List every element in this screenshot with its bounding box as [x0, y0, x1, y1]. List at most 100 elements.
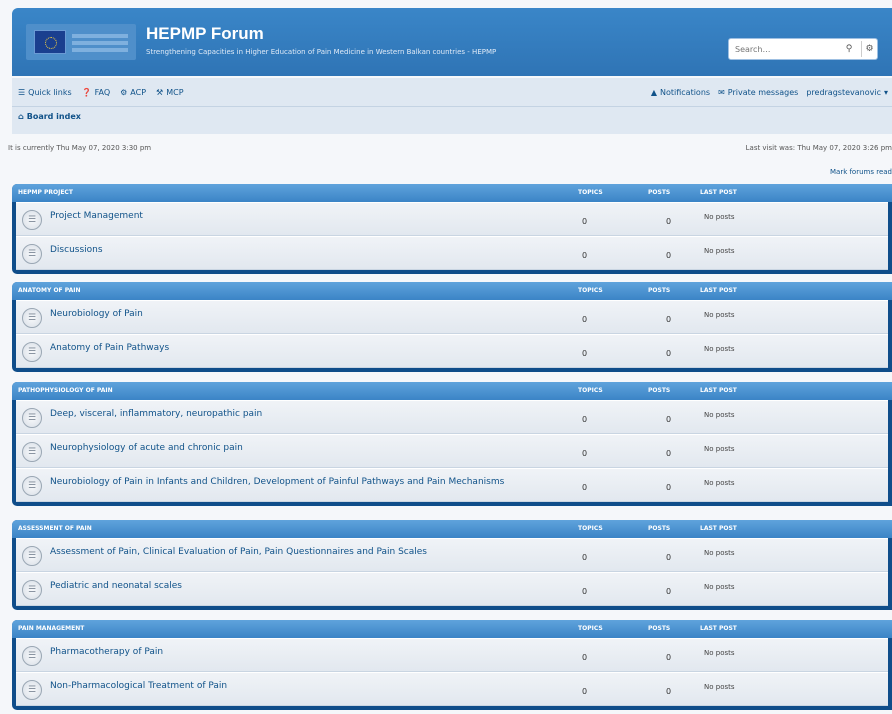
- forum-title-link[interactable]: Discussions: [50, 245, 103, 255]
- forum-title-link[interactable]: Neurophysiology of acute and chronic pai…: [50, 443, 243, 453]
- last-post-info: No posts: [704, 479, 735, 487]
- mark-forums-read-link[interactable]: Mark forums read: [830, 168, 892, 176]
- forum-read-icon: ☰: [22, 646, 42, 666]
- search-input[interactable]: [729, 39, 837, 59]
- forum-read-icon: ☰: [22, 408, 42, 428]
- forum-row: ☰ Pediatric and neonatal scales 0 0 No posts: [16, 572, 888, 606]
- last-post-info: No posts: [704, 649, 735, 657]
- search-icon[interactable]: ⚲: [841, 41, 857, 57]
- category-title[interactable]: Pathophysiology of Pain: [18, 387, 113, 394]
- mcp-link[interactable]: ⚒ MCP: [156, 88, 183, 97]
- category-header: Anatomy of Pain Topics Posts Last post: [12, 282, 892, 300]
- posts-count: 0: [666, 251, 672, 260]
- last-post-info: No posts: [704, 549, 735, 557]
- category-header: HEPMP Project Topics Posts Last post: [12, 184, 892, 202]
- faq-link[interactable]: ❓ FAQ: [82, 88, 110, 97]
- private-messages-link[interactable]: ✉ Private messages: [718, 88, 798, 97]
- quick-links-menu[interactable]: ☰ Quick links: [18, 88, 72, 97]
- forum-title-link[interactable]: Neurobiology of Pain: [50, 309, 143, 319]
- forum-row: ☰ Anatomy of Pain Pathways 0 0 No posts: [16, 334, 888, 368]
- forum-row: ☰ Neurobiology of Pain in Infants and Chi…: [16, 468, 888, 502]
- last-visit: Last visit was: Thu May 07, 2020 3:26 pm: [745, 144, 892, 152]
- nav-links: ☰ Quick links ❓ FAQ ⚙ ACP ⚒ MCP: [18, 88, 184, 97]
- topics-count: 0: [582, 587, 588, 596]
- forum-title-link[interactable]: Assessment of Pain, Clinical Evaluation …: [50, 547, 427, 557]
- notifications-link[interactable]: ▲ Notifications: [651, 88, 710, 97]
- category-header: Pathophysiology of Pain Topics Posts Last p…: [12, 382, 892, 400]
- forum-read-icon: ☰: [22, 580, 42, 600]
- forum-title-link[interactable]: Neurobiology of Pain in Infants and Chil…: [50, 477, 504, 487]
- user-menu[interactable]: predragstevanovic ▾: [806, 88, 888, 97]
- last-post-column-header: Last post: [700, 525, 737, 532]
- breadcrumb: ⌂ Board index: [18, 112, 81, 121]
- topics-count: 0: [582, 349, 588, 358]
- forum-row: ☰ Assessment of Pain, Clinical Evaluation…: [16, 538, 888, 572]
- topics-count: 0: [582, 315, 588, 324]
- last-post-info: No posts: [704, 683, 735, 691]
- inbox-icon: ✉: [718, 88, 725, 97]
- posts-count: 0: [666, 349, 672, 358]
- category-title[interactable]: HEPMP Project: [18, 189, 73, 196]
- forum-category: Anatomy of Pain Topics Posts Last post ☰ Neur…: [12, 282, 892, 372]
- topics-column-header: Topics: [578, 387, 603, 394]
- faq-label: FAQ: [94, 88, 111, 97]
- forum-read-icon: ☰: [22, 442, 42, 462]
- last-post-column-header: Last post: [700, 287, 737, 294]
- forum-title-link[interactable]: Pediatric and neonatal scales: [50, 581, 182, 591]
- last-post-info: No posts: [704, 583, 735, 591]
- site-description: Strengthening Capacities in Higher Educa…: [146, 48, 497, 56]
- posts-count: 0: [666, 483, 672, 492]
- forum-category: Pain Management Topics Posts Last post ☰ Phar…: [12, 620, 892, 710]
- category-header: Pain Management Topics Posts Last post: [12, 620, 892, 638]
- forum-read-icon: ☰: [22, 546, 42, 566]
- page: HEPMP Forum Strengthening Capacities in …: [0, 0, 892, 714]
- posts-column-header: Posts: [648, 287, 671, 294]
- topics-column-header: Topics: [578, 189, 603, 196]
- user-links: ▲ Notifications ✉ Private messages predrag…: [651, 88, 888, 97]
- last-post-info: No posts: [704, 247, 735, 255]
- site-title[interactable]: HEPMP Forum: [146, 24, 264, 44]
- search-box: ⚲ ⚙: [728, 38, 878, 60]
- forum-row: ☰ Discussions 0 0 No posts: [16, 236, 888, 270]
- forum-title-link[interactable]: Non-Pharmacological Treatment of Pain: [50, 681, 227, 691]
- category-title[interactable]: Anatomy of Pain: [18, 287, 80, 294]
- caret-down-icon: ▾: [883, 88, 888, 97]
- forum-title-link[interactable]: Deep, visceral, inflammatory, neuropathi…: [50, 409, 262, 419]
- forum-title-link[interactable]: Anatomy of Pain Pathways: [50, 343, 169, 353]
- site-logo[interactable]: [26, 24, 136, 60]
- nav-divider: [12, 106, 892, 107]
- last-post-info: No posts: [704, 345, 735, 353]
- question-icon: ❓: [81, 88, 92, 97]
- last-post-column-header: Last post: [700, 189, 737, 196]
- posts-column-header: Posts: [648, 525, 671, 532]
- forum-title-link[interactable]: Pharmacotherapy of Pain: [50, 647, 163, 657]
- last-post-info: No posts: [704, 445, 735, 453]
- mcp-label: MCP: [166, 88, 184, 97]
- home-icon: ⌂: [18, 112, 24, 121]
- topics-count: 0: [582, 217, 588, 226]
- forum-title-link[interactable]: Project Management: [50, 211, 143, 221]
- last-post-column-header: Last post: [700, 387, 737, 394]
- topics-count: 0: [582, 483, 588, 492]
- topics-count: 0: [582, 653, 588, 662]
- topics-count: 0: [582, 251, 588, 260]
- category-title[interactable]: Assessment of Pain: [18, 525, 92, 532]
- board-index-link[interactable]: Board index: [27, 112, 81, 121]
- acp-link[interactable]: ⚙ ACP: [120, 88, 146, 97]
- posts-count: 0: [666, 315, 672, 324]
- posts-column-header: Posts: [648, 189, 671, 196]
- current-time: It is currently Thu May 07, 2020 3:30 pm: [8, 144, 152, 152]
- forum-read-icon: ☰: [22, 244, 42, 264]
- forum-read-icon: ☰: [22, 680, 42, 700]
- last-post-info: No posts: [704, 411, 735, 419]
- category-title[interactable]: Pain Management: [18, 625, 84, 632]
- gear-icon[interactable]: ⚙: [861, 41, 877, 57]
- topics-count: 0: [582, 449, 588, 458]
- last-post-info: No posts: [704, 213, 735, 221]
- navbar: ☰ Quick links ❓ FAQ ⚙ ACP ⚒ MCP ▲ Notificatio…: [12, 78, 892, 134]
- forum-category: HEPMP Project Topics Posts Last post ☰ Projec…: [12, 184, 892, 274]
- bell-icon: ▲: [650, 88, 657, 97]
- topics-count: 0: [582, 415, 588, 424]
- posts-column-header: Posts: [648, 625, 671, 632]
- topics-column-header: Topics: [578, 525, 603, 532]
